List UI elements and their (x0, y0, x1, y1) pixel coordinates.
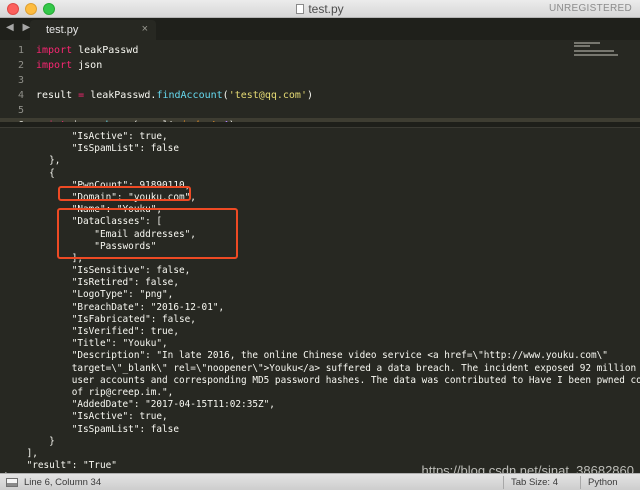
code-line: import leakPasswd (36, 45, 139, 56)
output-line: ], (4, 447, 38, 459)
output-line: "IsActive": true, (4, 131, 168, 142)
line-number: 4 (17, 90, 24, 101)
tab-close-icon[interactable]: × (142, 23, 148, 35)
highlight-box-domain (58, 186, 191, 201)
output-line: "IsSensitive": false, (4, 265, 191, 277)
output-line: "IsRetired": false, (4, 277, 179, 289)
output-line: of rip@creep.im.", (4, 386, 174, 398)
output-line: user accounts and corresponding MD5 pass… (4, 374, 640, 386)
window-title: test.py (0, 2, 640, 16)
output-line: "Title": "Youku", (4, 338, 168, 350)
output-line: target=\"_blank\" rel=\"noopener\">Youku… (4, 362, 640, 374)
output-line: "IsSpamList": false (4, 143, 179, 155)
output-line: "IsVerified": true, (4, 326, 179, 337)
output-line: "IsFabricated": false, (4, 313, 196, 325)
tab-label: test.py (46, 24, 79, 36)
window-titlebar: test.py UNREGISTERED (0, 0, 640, 18)
output-line: "AddedDate": "2017-04-15T11:02:35Z", (4, 399, 275, 411)
output-line: }, (4, 155, 61, 167)
line-number: 5 (17, 105, 24, 116)
status-bar: Line 6, Column 34 Tab Size: 4 Python (0, 473, 640, 490)
line-number-gutter: 1 2 3 4 5 6 (0, 43, 24, 133)
output-line: { (4, 167, 55, 179)
show-panel-icon[interactable] (6, 478, 18, 487)
tab-size-selector[interactable]: Tab Size: 4 (511, 477, 558, 488)
output-text: "IsActive": true, "IsSpamList": false },… (4, 131, 640, 473)
line-number: 3 (17, 75, 24, 86)
output-line: "IsActive": true, (4, 411, 168, 423)
output-line: "Description": "In late 2016, the online… (4, 350, 608, 362)
file-icon (296, 4, 305, 14)
output-line: } (4, 435, 55, 447)
status-divider (503, 476, 504, 489)
code-line: import json (36, 60, 103, 71)
output-line: "LogoType": "png", (4, 289, 174, 301)
build-output-panel[interactable]: "IsActive": true, "IsSpamList": false },… (0, 128, 640, 473)
tab-bar: ◀ ▶ test.py × (0, 18, 640, 40)
line-number: 1 (17, 45, 24, 56)
output-line: "IsSpamList": false (4, 423, 179, 435)
minimap[interactable] (574, 42, 626, 56)
cursor-position: Line 6, Column 34 (24, 477, 102, 488)
output-line: "BreachDate": "2016-12-01", (4, 301, 225, 313)
highlight-box-dataclasses (57, 208, 238, 259)
license-status: UNREGISTERED (548, 3, 632, 14)
window-title-text: test.py (308, 2, 344, 16)
status-divider (580, 476, 581, 489)
syntax-selector[interactable]: Python (588, 477, 618, 488)
line-number: 2 (17, 60, 24, 71)
code-editor[interactable]: 1 2 3 4 5 6 import leakPasswd import jso… (0, 40, 640, 133)
code-lines[interactable]: import leakPasswd import json result = l… (36, 43, 313, 133)
code-line: result = leakPasswd.findAccount('test@qq… (36, 90, 314, 101)
tab-test-py[interactable]: test.py × (30, 20, 156, 40)
